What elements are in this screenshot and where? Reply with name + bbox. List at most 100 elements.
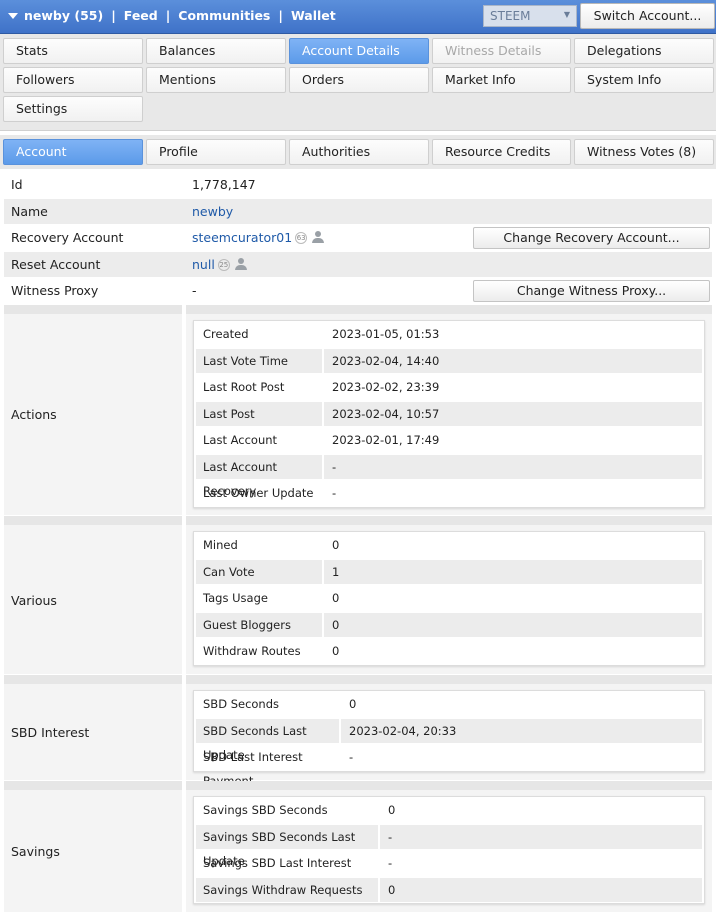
row-value: - (380, 824, 702, 849)
table-row: Mined 0 (194, 532, 704, 559)
row-value: 0 (332, 538, 340, 552)
switch-account-button[interactable]: Switch Account... (580, 3, 715, 29)
various-content-cell: Mined 0 Can Vote 1 Tags Usage 0 Guest Bloggers… (186, 525, 712, 674)
divider (4, 781, 712, 790)
chain-select-value: STEEM (490, 9, 531, 23)
table-row: Withdraw Routes 0 (194, 638, 704, 665)
main-tab-grid: Stats Balances Account Details Witness D… (0, 34, 716, 131)
sbd-interest-label-cell: SBD Interest (4, 684, 182, 780)
tab-followers[interactable]: Followers (3, 67, 143, 93)
row-key: SBD Seconds (203, 697, 280, 711)
divider (4, 675, 712, 684)
actions-content-cell: Created 2023-01-05, 01:53 Last Vote Time 20… (186, 314, 712, 515)
various-table: Mined 0 Can Vote 1 Tags Usage 0 Guest Bloggers… (193, 531, 705, 666)
nav-wallet-link[interactable]: Wallet (291, 8, 336, 23)
tab-stats[interactable]: Stats (3, 38, 143, 64)
person-icon[interactable] (312, 231, 325, 243)
reputation-badge: 63 (295, 232, 308, 244)
row-value: - (388, 856, 393, 870)
row-value: 2023-02-04, 20:33 (341, 718, 702, 743)
nav-separator: | (165, 8, 171, 23)
tab-orders[interactable]: Orders (289, 67, 429, 93)
top-nav: newby (55) | Feed | Communities | Wallet (24, 8, 336, 23)
tab-account-details[interactable]: Account Details (289, 38, 429, 64)
subtab-account[interactable]: Account (3, 139, 143, 165)
chain-select[interactable]: STEEM ▼ (483, 5, 577, 27)
person-icon[interactable] (234, 258, 247, 270)
table-row: Savings Withdraw Requests 0 (194, 877, 704, 904)
row-value: 0 (380, 877, 702, 902)
nav-feed-link[interactable]: Feed (124, 8, 158, 23)
tab-settings[interactable]: Settings (3, 96, 143, 122)
sbd-interest-content-cell: SBD Seconds 0 SBD Seconds Last Update 2023-… (186, 684, 712, 788)
sub-tab-row: Account Profile Authorities Resource Cre… (0, 135, 716, 169)
row-value: 0 (388, 803, 396, 817)
savings-content-cell: Savings SBD Seconds 0 Savings SBD Seconds … (186, 790, 712, 912)
row-value: 0 (349, 697, 357, 711)
row-key: Last Post (196, 401, 322, 426)
tab-delegations[interactable]: Delegations (574, 38, 714, 64)
change-witness-proxy-button[interactable]: Change Witness Proxy... (473, 280, 710, 302)
savings-table: Savings SBD Seconds 0 Savings SBD Seconds … (193, 796, 705, 904)
table-row: Guest Bloggers 0 (194, 612, 704, 639)
row-value: - (332, 486, 337, 500)
subtab-authorities[interactable]: Authorities (289, 139, 429, 165)
row-key: Created (203, 327, 249, 341)
row-key: Mined (203, 538, 238, 552)
id-value: 1,778,147 (192, 177, 256, 192)
subtab-witness-votes[interactable]: Witness Votes (8) (574, 139, 714, 165)
row-value: - (324, 454, 702, 479)
sbd-interest-title: SBD Interest (11, 725, 90, 740)
top-bar: newby (55) | Feed | Communities | Wallet STEEM… (0, 0, 716, 34)
recovery-account-link[interactable]: steemcurator01 (192, 230, 292, 245)
witness-proxy-label: Witness Proxy (11, 283, 99, 298)
table-row: SBD Seconds 0 (194, 691, 704, 718)
actions-table: Created 2023-01-05, 01:53 Last Vote Time 20… (193, 320, 705, 508)
actions-section: Actions Created 2023-01-05, 01:53 Last Vot… (4, 314, 712, 515)
row-key: Savings SBD Last Interest Payment (203, 856, 352, 894)
tab-system-info[interactable]: System Info (574, 67, 714, 93)
row-value: 0 (324, 612, 702, 637)
row-name: Name newby (4, 199, 712, 224)
divider (4, 305, 712, 314)
dropdown-arrow-icon: ▼ (563, 10, 570, 19)
row-value: 1 (324, 559, 702, 584)
tab-balances[interactable]: Balances (146, 38, 286, 64)
reputation-badge: 25 (217, 259, 230, 271)
row-value: 2023-02-01, 17:49 (332, 433, 440, 447)
nav-communities-link[interactable]: Communities (178, 8, 270, 23)
row-value: 2023-02-04, 10:57 (324, 401, 702, 426)
sbd-interest-section: SBD Interest SBD Seconds 0 SBD Seconds Las… (4, 684, 712, 788)
actions-label-cell: Actions (4, 314, 182, 515)
chevron-down-icon[interactable] (8, 13, 18, 19)
tab-market-info[interactable]: Market Info (432, 67, 571, 93)
id-label: Id (11, 177, 23, 192)
tab-mentions[interactable]: Mentions (146, 67, 286, 93)
table-row: Last Owner Update - (194, 480, 704, 507)
table-row: Last Post 2023-02-04, 10:57 (194, 401, 704, 428)
reset-account-link[interactable]: null (192, 257, 215, 272)
savings-label-cell: Savings (4, 790, 182, 912)
table-row: Last Vote Time 2023-02-04, 14:40 (194, 348, 704, 375)
subtab-resource-credits[interactable]: Resource Credits (432, 139, 571, 165)
account-link[interactable]: newby (55) (24, 8, 103, 23)
witness-proxy-value: - (192, 283, 197, 298)
table-row: SBD Last Interest Payment - (194, 744, 704, 788)
table-row: Savings SBD Last Interest Payment - (194, 850, 704, 894)
row-key: Savings SBD Seconds (203, 803, 328, 817)
change-recovery-account-button[interactable]: Change Recovery Account... (473, 227, 710, 249)
various-title: Various (11, 593, 57, 608)
row-key: Can Vote (196, 559, 322, 584)
name-link[interactable]: newby (192, 204, 233, 219)
table-row: Created 2023-01-05, 01:53 (194, 321, 704, 348)
row-key: Savings Withdraw Requests (196, 877, 378, 902)
various-section: Various Mined 0 Can Vote 1 Tags Usage 0 Guest … (4, 525, 712, 674)
row-value: 2023-02-04, 14:40 (324, 348, 702, 373)
table-row: Can Vote 1 (194, 559, 704, 586)
subtab-profile[interactable]: Profile (146, 139, 286, 165)
row-key: Tags Usage (203, 591, 268, 605)
row-value: 0 (332, 644, 340, 658)
row-key: SBD Seconds Last Update (196, 718, 339, 762)
savings-section: Savings Savings SBD Seconds 0 Savings SBD … (4, 790, 712, 912)
actions-title: Actions (11, 407, 57, 422)
